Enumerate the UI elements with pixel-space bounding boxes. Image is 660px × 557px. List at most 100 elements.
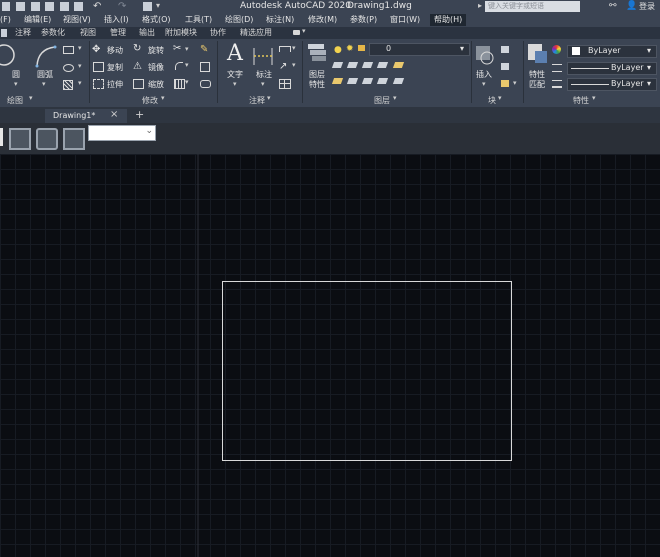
match-properties-label-2[interactable]: 匹配	[529, 80, 545, 90]
search-input[interactable]: 键入关键字或短语	[485, 1, 580, 12]
menu-modify[interactable]: 修改(M)	[308, 14, 337, 26]
new-tab-icon[interactable]: +	[135, 108, 144, 121]
offset-icon[interactable]	[200, 80, 211, 88]
lineweight-dropdown[interactable]: ByLayer ▾	[567, 78, 657, 91]
layer-properties-label-2[interactable]: 特性	[309, 80, 325, 90]
hatch-icon[interactable]	[63, 80, 73, 90]
menu-parametric[interactable]: 参数(P)	[350, 14, 377, 26]
fillet-icon[interactable]	[175, 62, 183, 70]
chevron-down-icon[interactable]: ▾	[185, 61, 189, 69]
scale-icon[interactable]	[133, 79, 144, 89]
color-wheel-icon[interactable]	[552, 45, 561, 54]
chevron-down-icon[interactable]: ▾	[78, 62, 82, 70]
tab-output[interactable]: 输出	[139, 28, 155, 38]
layer-properties-icon[interactable]	[306, 42, 328, 64]
edit-block-icon[interactable]	[501, 63, 509, 70]
tab-addins[interactable]: 附加模块	[165, 28, 197, 38]
insert-block-label[interactable]: 插入	[476, 70, 492, 80]
ucs-origin-icon[interactable]	[63, 128, 85, 150]
chevron-down-icon[interactable]: ▾	[513, 79, 517, 87]
ucs-world-icon[interactable]	[36, 128, 58, 150]
menu-tools[interactable]: 工具(T)	[185, 14, 212, 26]
dimension-tool-icon[interactable]	[252, 45, 274, 67]
table-icon[interactable]	[279, 79, 291, 89]
create-block-icon[interactable]	[501, 46, 509, 53]
lineweight-icon[interactable]	[552, 80, 562, 88]
chevron-down-icon[interactable]: ▾	[482, 80, 486, 88]
rotate-icon[interactable]: ↻	[133, 43, 141, 54]
tab-view[interactable]: 视图	[80, 28, 96, 38]
attribute-icon[interactable]	[501, 80, 509, 87]
lightbulb-icon[interactable]: ●	[334, 45, 342, 55]
linetype-icon[interactable]	[552, 64, 562, 72]
menu-view[interactable]: 视图(V)	[63, 14, 91, 26]
layers-panel-title[interactable]: 图层	[374, 95, 390, 106]
drawing-tab[interactable]: Drawing1* ×	[45, 109, 127, 123]
tab-parametric[interactable]: 参数化	[41, 28, 65, 38]
match-properties-label-1[interactable]: 特性	[529, 70, 545, 80]
copy-tool-label[interactable]: 复制	[107, 63, 123, 73]
chevron-down-icon[interactable]: ▾	[592, 94, 596, 102]
insert-block-icon[interactable]	[474, 44, 496, 66]
home-tab-icon[interactable]	[1, 29, 7, 37]
menu-window[interactable]: 窗口(W)	[390, 14, 420, 26]
video-icon[interactable]	[293, 30, 300, 35]
chevron-down-icon[interactable]: ▾	[498, 94, 502, 102]
chevron-down-icon[interactable]: ▾	[393, 94, 397, 102]
web-icon[interactable]	[74, 2, 83, 11]
menu-insert[interactable]: 插入(I)	[104, 14, 129, 26]
chevron-down-icon[interactable]: ▾	[29, 94, 33, 102]
stretch-tool-label[interactable]: 拉伸	[107, 80, 123, 90]
mirror-tool-label[interactable]: 镜像	[148, 63, 164, 73]
circle-tool-icon[interactable]	[0, 42, 20, 68]
drawing-canvas[interactable]	[0, 154, 660, 557]
plot-icon[interactable]	[60, 2, 69, 11]
menu-format[interactable]: 格式(O)	[142, 14, 171, 26]
linear-dimension-icon[interactable]	[279, 46, 291, 52]
login-link[interactable]: 登录	[639, 1, 655, 12]
close-icon[interactable]: ×	[110, 109, 118, 120]
sun-icon[interactable]: ✹	[346, 44, 354, 54]
draw-panel-title[interactable]: 绘图	[7, 95, 23, 106]
erase-icon[interactable]: ✎	[200, 44, 208, 55]
lock-icon[interactable]	[358, 45, 365, 51]
tab-manage[interactable]: 管理	[110, 28, 126, 38]
chevron-down-icon[interactable]: ▾	[233, 80, 237, 88]
modify-panel-title[interactable]: 修改	[142, 95, 158, 106]
chevron-down-icon[interactable]: ▾	[185, 45, 189, 53]
tab-collaborate[interactable]: 协作	[210, 28, 226, 38]
chevron-right-icon[interactable]: ▸	[478, 1, 482, 10]
block-panel-title[interactable]: 块	[488, 95, 496, 106]
save-icon[interactable]	[31, 2, 40, 11]
tab-featured-apps[interactable]: 精选应用	[240, 28, 272, 38]
chevron-down-icon[interactable]: ▾	[302, 27, 306, 35]
scale-tool-label[interactable]: 缩放	[148, 80, 164, 90]
explode-icon[interactable]	[200, 62, 210, 72]
redo-icon[interactable]: ↷	[118, 1, 126, 12]
menu-help[interactable]: 帮助(H)	[430, 14, 467, 26]
linetype-dropdown[interactable]: ByLayer ▾	[567, 62, 657, 75]
rotate-tool-label[interactable]: 旋转	[148, 46, 164, 56]
color-dropdown[interactable]: ByLayer ▾	[567, 45, 657, 58]
undo-icon[interactable]: ↶	[93, 1, 101, 12]
menu-file[interactable]: (F)	[0, 14, 11, 26]
save-as-icon[interactable]	[45, 2, 54, 11]
menu-dimension[interactable]: 标注(N)	[266, 14, 294, 26]
menu-draw[interactable]: 绘图(D)	[225, 14, 253, 26]
chevron-down-icon[interactable]: ▾	[78, 79, 82, 87]
ellipse-icon[interactable]	[63, 64, 74, 72]
binoculars-icon[interactable]: ⚯	[609, 1, 617, 11]
copy-icon[interactable]	[93, 62, 104, 72]
array-icon[interactable]	[174, 79, 185, 89]
user-icon[interactable]: 👤	[626, 1, 637, 11]
chevron-down-icon[interactable]: ▾	[267, 94, 271, 102]
move-tool-label[interactable]: 移动	[107, 46, 123, 56]
arc-tool-icon[interactable]	[34, 44, 58, 68]
new-icon[interactable]	[2, 2, 10, 11]
trim-icon[interactable]: ✂	[173, 43, 181, 54]
match-properties-icon[interactable]	[527, 43, 549, 67]
annotation-panel-title[interactable]: 注释	[249, 95, 265, 106]
chevron-down-icon[interactable]: ▾	[78, 44, 82, 52]
chevron-down-icon[interactable]: ▾	[42, 80, 46, 88]
chevron-down-icon[interactable]: ▾	[185, 78, 189, 86]
